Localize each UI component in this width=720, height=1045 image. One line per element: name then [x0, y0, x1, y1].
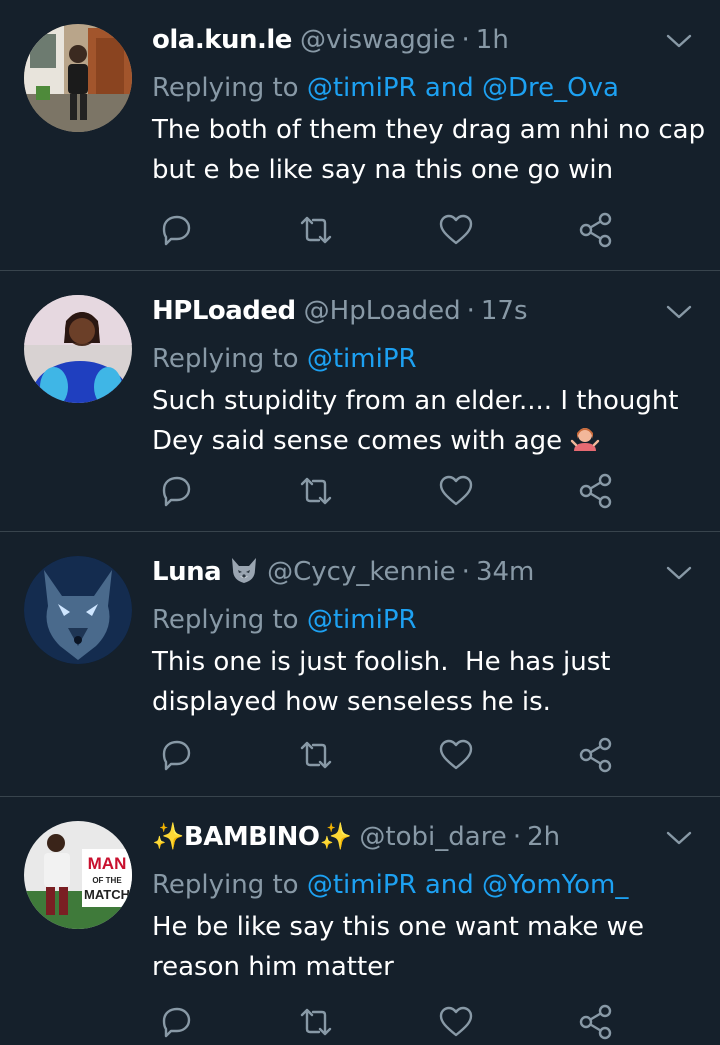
tweet-text: He be like say this one want make we rea… — [152, 907, 690, 987]
tweet-text-line: Dey said sense comes with age — [152, 421, 690, 465]
user-handle[interactable]: @HpLoaded — [304, 296, 461, 326]
tweet[interactable]: MAN OF THE MATCH ✨BAMBINO✨ @tobi_dare · 2h … — [0, 797, 720, 1045]
tweet-header: ✨BAMBINO✨ @tobi_dare · 2h — [152, 817, 640, 857]
separator-dot: · — [512, 822, 522, 852]
share-icon[interactable] — [576, 210, 616, 250]
replying-to: Replying to @timiPR and @YomYom_ — [152, 865, 628, 905]
caret-down-icon[interactable] — [666, 32, 692, 50]
mention-link[interactable]: @timiPR and @Dre_Ova — [307, 73, 619, 103]
timestamp[interactable]: 34m — [476, 557, 534, 587]
action-bar — [156, 1002, 616, 1042]
person-shrugging-emoji — [570, 423, 600, 465]
retweet-icon[interactable] — [296, 1002, 336, 1042]
avatar[interactable] — [24, 556, 132, 664]
user-handle[interactable]: @viswaggie — [300, 25, 456, 55]
replying-to: Replying to @timiPR — [152, 600, 417, 640]
avatar-text: OF THE — [92, 876, 122, 885]
tweet-header: HPLoaded @HpLoaded · 17s — [152, 291, 640, 331]
wolf-emoji — [229, 556, 259, 596]
tweet-header: Luna @Cycy_kennie · 34m — [152, 552, 640, 592]
avatar-text: MAN — [88, 854, 127, 873]
share-icon[interactable] — [576, 1002, 616, 1042]
like-icon[interactable] — [436, 471, 476, 511]
replying-to: Replying to @timiPR and @Dre_Ova — [152, 68, 619, 108]
like-icon[interactable] — [436, 210, 476, 250]
tweet[interactable]: ola.kun.le @viswaggie · 1h Replying to @tim… — [0, 0, 720, 271]
timestamp[interactable]: 17s — [481, 296, 528, 326]
display-name[interactable]: ola.kun.le — [152, 25, 292, 55]
tweet-text: The both of them they drag am nhi no cap… — [152, 110, 706, 190]
separator-dot: · — [461, 25, 470, 55]
user-handle[interactable]: @Cycy_kennie — [267, 557, 456, 587]
replying-prefix: Replying to — [152, 344, 299, 374]
display-name[interactable]: HPLoaded — [152, 296, 296, 326]
tweet-text-line: This one is just foolish. He has just — [152, 647, 611, 677]
caret-down-icon[interactable] — [666, 564, 692, 582]
retweet-icon[interactable] — [296, 471, 336, 511]
tweet-text: This one is just foolish. He has just di… — [152, 642, 690, 722]
tweet[interactable]: Luna @Cycy_kennie · 34m Replying to @timiPR… — [0, 532, 720, 797]
replying-prefix: Replying to — [152, 870, 299, 900]
separator-dot: · — [466, 296, 475, 326]
retweet-icon[interactable] — [296, 210, 336, 250]
user-handle[interactable]: @tobi_dare — [359, 822, 506, 852]
separator-dot: · — [461, 557, 470, 587]
retweet-icon[interactable] — [296, 735, 336, 775]
tweet-text-line: but e be like say na this one go win — [152, 155, 614, 185]
share-icon[interactable] — [576, 471, 616, 511]
tweet-text-line: displayed how senseless he is. — [152, 687, 551, 717]
mention-link[interactable]: @timiPR — [307, 605, 417, 635]
reply-icon[interactable] — [156, 1002, 196, 1042]
timestamp[interactable]: 1h — [476, 25, 509, 55]
action-bar — [156, 735, 616, 775]
display-name[interactable]: ✨BAMBINO✨ — [152, 822, 352, 852]
replying-prefix: Replying to — [152, 73, 299, 103]
reply-icon[interactable] — [156, 471, 196, 511]
reply-icon[interactable] — [156, 210, 196, 250]
avatar[interactable] — [24, 295, 132, 403]
caret-down-icon[interactable] — [666, 829, 692, 847]
action-bar — [156, 210, 616, 250]
caret-down-icon[interactable] — [666, 303, 692, 321]
tweet-header: ola.kun.le @viswaggie · 1h — [152, 20, 640, 60]
tweet-text: Such stupidity from an elder.... I thoug… — [152, 381, 690, 465]
tweet-text-line: He be like say this one want make we — [152, 912, 644, 942]
tweet-text-line: reason him matter — [152, 952, 394, 982]
timestamp[interactable]: 2h — [527, 822, 560, 852]
action-bar — [156, 471, 616, 511]
tweet-text-line: The both of them they drag am nhi no cap — [152, 115, 706, 145]
avatar[interactable] — [24, 24, 132, 132]
like-icon[interactable] — [436, 1002, 476, 1042]
tweet-text-line: Such stupidity from an elder.... I thoug… — [152, 386, 679, 416]
mention-link[interactable]: @timiPR — [307, 344, 417, 374]
display-name[interactable]: Luna — [152, 557, 222, 587]
reply-icon[interactable] — [156, 735, 196, 775]
avatar[interactable]: MAN OF THE MATCH — [24, 821, 132, 929]
tweet-text-fragment: Dey said sense comes with age — [152, 426, 563, 456]
replying-prefix: Replying to — [152, 605, 299, 635]
tweet[interactable]: HPLoaded @HpLoaded · 17s Replying to @timiP… — [0, 271, 720, 532]
like-icon[interactable] — [436, 735, 476, 775]
replying-to: Replying to @timiPR — [152, 339, 417, 379]
share-icon[interactable] — [576, 735, 616, 775]
reply-feed: ola.kun.le @viswaggie · 1h Replying to @tim… — [0, 0, 720, 1045]
avatar-text: MATCH — [84, 887, 130, 902]
mention-link[interactable]: @timiPR and @YomYom_ — [307, 870, 628, 900]
